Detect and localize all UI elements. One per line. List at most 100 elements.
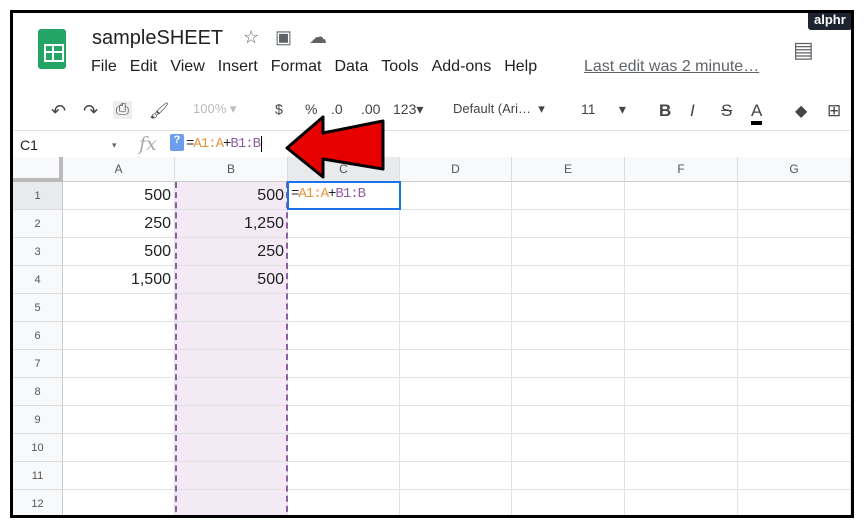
row-header-12[interactable]: 12 bbox=[13, 490, 63, 515]
cell-F1[interactable] bbox=[625, 182, 738, 210]
cell-D7[interactable] bbox=[400, 350, 512, 378]
cell-G8[interactable] bbox=[738, 378, 851, 406]
cell-D10[interactable] bbox=[400, 434, 512, 462]
cell-G3[interactable] bbox=[738, 238, 851, 266]
cell-E11[interactable] bbox=[512, 462, 625, 490]
row-header-6[interactable]: 6 bbox=[13, 322, 63, 350]
print-icon[interactable]: ⎙ bbox=[113, 101, 132, 119]
cell-D11[interactable] bbox=[400, 462, 512, 490]
cell-F12[interactable] bbox=[625, 490, 738, 515]
cell-E8[interactable] bbox=[512, 378, 625, 406]
cell-A11[interactable] bbox=[63, 462, 175, 490]
cell-C2[interactable] bbox=[288, 210, 400, 238]
cell-A4[interactable]: 1,500 bbox=[63, 266, 175, 294]
cell-D12[interactable] bbox=[400, 490, 512, 515]
cell-A3[interactable]: 500 bbox=[63, 238, 175, 266]
cell-A2[interactable]: 250 bbox=[63, 210, 175, 238]
cell-B4[interactable]: 500 bbox=[175, 266, 288, 294]
menu-view[interactable]: View bbox=[170, 58, 204, 76]
cell-B7[interactable] bbox=[175, 350, 288, 378]
star-icon[interactable]: ☆ bbox=[243, 27, 259, 48]
undo-icon[interactable]: ↶ bbox=[51, 101, 66, 122]
italic-button[interactable]: I bbox=[690, 101, 695, 121]
zoom-select[interactable]: 100% ▾ bbox=[193, 101, 236, 117]
cell-E3[interactable] bbox=[512, 238, 625, 266]
formula-help-button[interactable]: ? bbox=[170, 134, 184, 151]
cell-B11[interactable] bbox=[175, 462, 288, 490]
cell-A5[interactable] bbox=[63, 294, 175, 322]
cell-F7[interactable] bbox=[625, 350, 738, 378]
select-all-corner[interactable] bbox=[13, 157, 63, 182]
cell-C7[interactable] bbox=[288, 350, 400, 378]
cell-F3[interactable] bbox=[625, 238, 738, 266]
cell-E9[interactable] bbox=[512, 406, 625, 434]
cell-A8[interactable] bbox=[63, 378, 175, 406]
row-header-2[interactable]: 2 bbox=[13, 210, 63, 238]
cell-F5[interactable] bbox=[625, 294, 738, 322]
cell-G2[interactable] bbox=[738, 210, 851, 238]
cell-F6[interactable] bbox=[625, 322, 738, 350]
cell-F11[interactable] bbox=[625, 462, 738, 490]
row-header-9[interactable]: 9 bbox=[13, 406, 63, 434]
column-header-D[interactable]: D bbox=[400, 157, 512, 182]
cell-E5[interactable] bbox=[512, 294, 625, 322]
cell-D2[interactable] bbox=[400, 210, 512, 238]
cell-D1[interactable] bbox=[400, 182, 512, 210]
last-edit-link[interactable]: Last edit was 2 minute… bbox=[584, 58, 759, 76]
cell-editor-C1[interactable]: =A1:A+B1:B bbox=[287, 181, 401, 210]
cell-E4[interactable] bbox=[512, 266, 625, 294]
cell-G5[interactable] bbox=[738, 294, 851, 322]
cell-G1[interactable] bbox=[738, 182, 851, 210]
cell-G10[interactable] bbox=[738, 434, 851, 462]
cell-D9[interactable] bbox=[400, 406, 512, 434]
cell-B2[interactable]: 1,250 bbox=[175, 210, 288, 238]
cloud-status-icon[interactable]: ☁ bbox=[309, 27, 327, 48]
menu-tools[interactable]: Tools bbox=[381, 58, 418, 76]
cell-C4[interactable] bbox=[288, 266, 400, 294]
cell-B3[interactable]: 250 bbox=[175, 238, 288, 266]
cell-G9[interactable] bbox=[738, 406, 851, 434]
cell-D4[interactable] bbox=[400, 266, 512, 294]
comments-icon[interactable]: ▤ bbox=[793, 37, 814, 63]
column-header-G[interactable]: G bbox=[738, 157, 851, 182]
cell-A9[interactable] bbox=[63, 406, 175, 434]
cell-F8[interactable] bbox=[625, 378, 738, 406]
cell-G7[interactable] bbox=[738, 350, 851, 378]
cell-A6[interactable] bbox=[63, 322, 175, 350]
menu-addons[interactable]: Add-ons bbox=[432, 58, 492, 76]
currency-button[interactable]: $ bbox=[275, 101, 283, 117]
row-header-11[interactable]: 11 bbox=[13, 462, 63, 490]
cell-E2[interactable] bbox=[512, 210, 625, 238]
cell-A10[interactable] bbox=[63, 434, 175, 462]
cell-G11[interactable] bbox=[738, 462, 851, 490]
cell-F10[interactable] bbox=[625, 434, 738, 462]
text-color-button[interactable]: A bbox=[751, 101, 763, 125]
cell-D5[interactable] bbox=[400, 294, 512, 322]
cell-C12[interactable] bbox=[288, 490, 400, 515]
row-header-4[interactable]: 4 bbox=[13, 266, 63, 294]
row-header-7[interactable]: 7 bbox=[13, 350, 63, 378]
cell-E12[interactable] bbox=[512, 490, 625, 515]
cell-D3[interactable] bbox=[400, 238, 512, 266]
cell-E1[interactable] bbox=[512, 182, 625, 210]
cell-C8[interactable] bbox=[288, 378, 400, 406]
cell-B9[interactable] bbox=[175, 406, 288, 434]
row-header-5[interactable]: 5 bbox=[13, 294, 63, 322]
cell-D8[interactable] bbox=[400, 378, 512, 406]
cell-A7[interactable] bbox=[63, 350, 175, 378]
menu-file[interactable]: File bbox=[91, 58, 117, 76]
cell-B10[interactable] bbox=[175, 434, 288, 462]
cell-C9[interactable] bbox=[288, 406, 400, 434]
cell-A1[interactable]: 500 bbox=[63, 182, 175, 210]
menu-insert[interactable]: Insert bbox=[218, 58, 258, 76]
cell-B1[interactable]: 500 bbox=[175, 182, 288, 210]
fill-color-icon[interactable]: ◆ bbox=[795, 101, 807, 121]
row-header-1[interactable]: 1 bbox=[13, 182, 63, 210]
column-header-A[interactable]: A bbox=[63, 157, 175, 182]
cell-F9[interactable] bbox=[625, 406, 738, 434]
strikethrough-button[interactable]: S bbox=[721, 101, 732, 121]
column-header-B[interactable]: B bbox=[175, 157, 288, 182]
cell-A12[interactable] bbox=[63, 490, 175, 515]
cell-F4[interactable] bbox=[625, 266, 738, 294]
font-select[interactable]: Default (Ari… ▾ bbox=[453, 101, 545, 117]
